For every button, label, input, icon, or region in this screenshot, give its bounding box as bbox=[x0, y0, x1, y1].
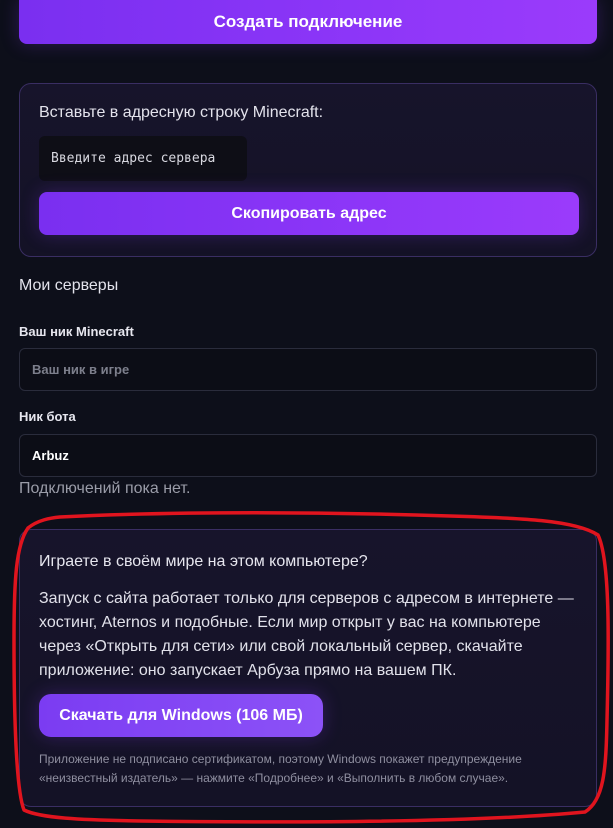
bot-nick-label: Ник бота bbox=[19, 409, 76, 424]
bot-nick-input[interactable] bbox=[19, 434, 597, 477]
local-world-description: Запуск с сайта работает только для серве… bbox=[39, 590, 574, 679]
my-servers-title: Мои серверы bbox=[19, 277, 119, 294]
no-connections-text: Подключений пока нет. bbox=[19, 480, 191, 497]
nick-input[interactable] bbox=[19, 348, 597, 391]
address-card: Вставьте в адресную строку Minecraft: Вв… bbox=[19, 83, 597, 257]
create-connection-label: Создать подключение bbox=[213, 12, 403, 31]
local-world-card: Играете в своём мире на этом компьютере?… bbox=[19, 529, 597, 807]
address-instruction: Вставьте в адресную строку Minecraft: bbox=[39, 104, 324, 121]
local-world-heading: Играете в своём мире на этом компьютере? bbox=[39, 553, 368, 570]
nick-label: Ваш ник Minecraft bbox=[19, 324, 134, 339]
server-address-field[interactable]: Введите адрес сервера bbox=[39, 136, 247, 181]
page: Создать подключение Вставьте в адресную … bbox=[0, 0, 613, 828]
download-windows-button[interactable]: Скачать для Windows (106 МБ) bbox=[39, 694, 323, 737]
copy-address-button[interactable]: Скопировать адрес bbox=[39, 192, 579, 235]
download-windows-label: Скачать для Windows (106 МБ) bbox=[59, 706, 303, 724]
copy-address-label: Скопировать адрес bbox=[231, 204, 387, 222]
create-connection-button[interactable]: Создать подключение bbox=[19, 0, 597, 44]
unsigned-app-note: Приложение не подписано сертификатом, по… bbox=[39, 752, 522, 785]
